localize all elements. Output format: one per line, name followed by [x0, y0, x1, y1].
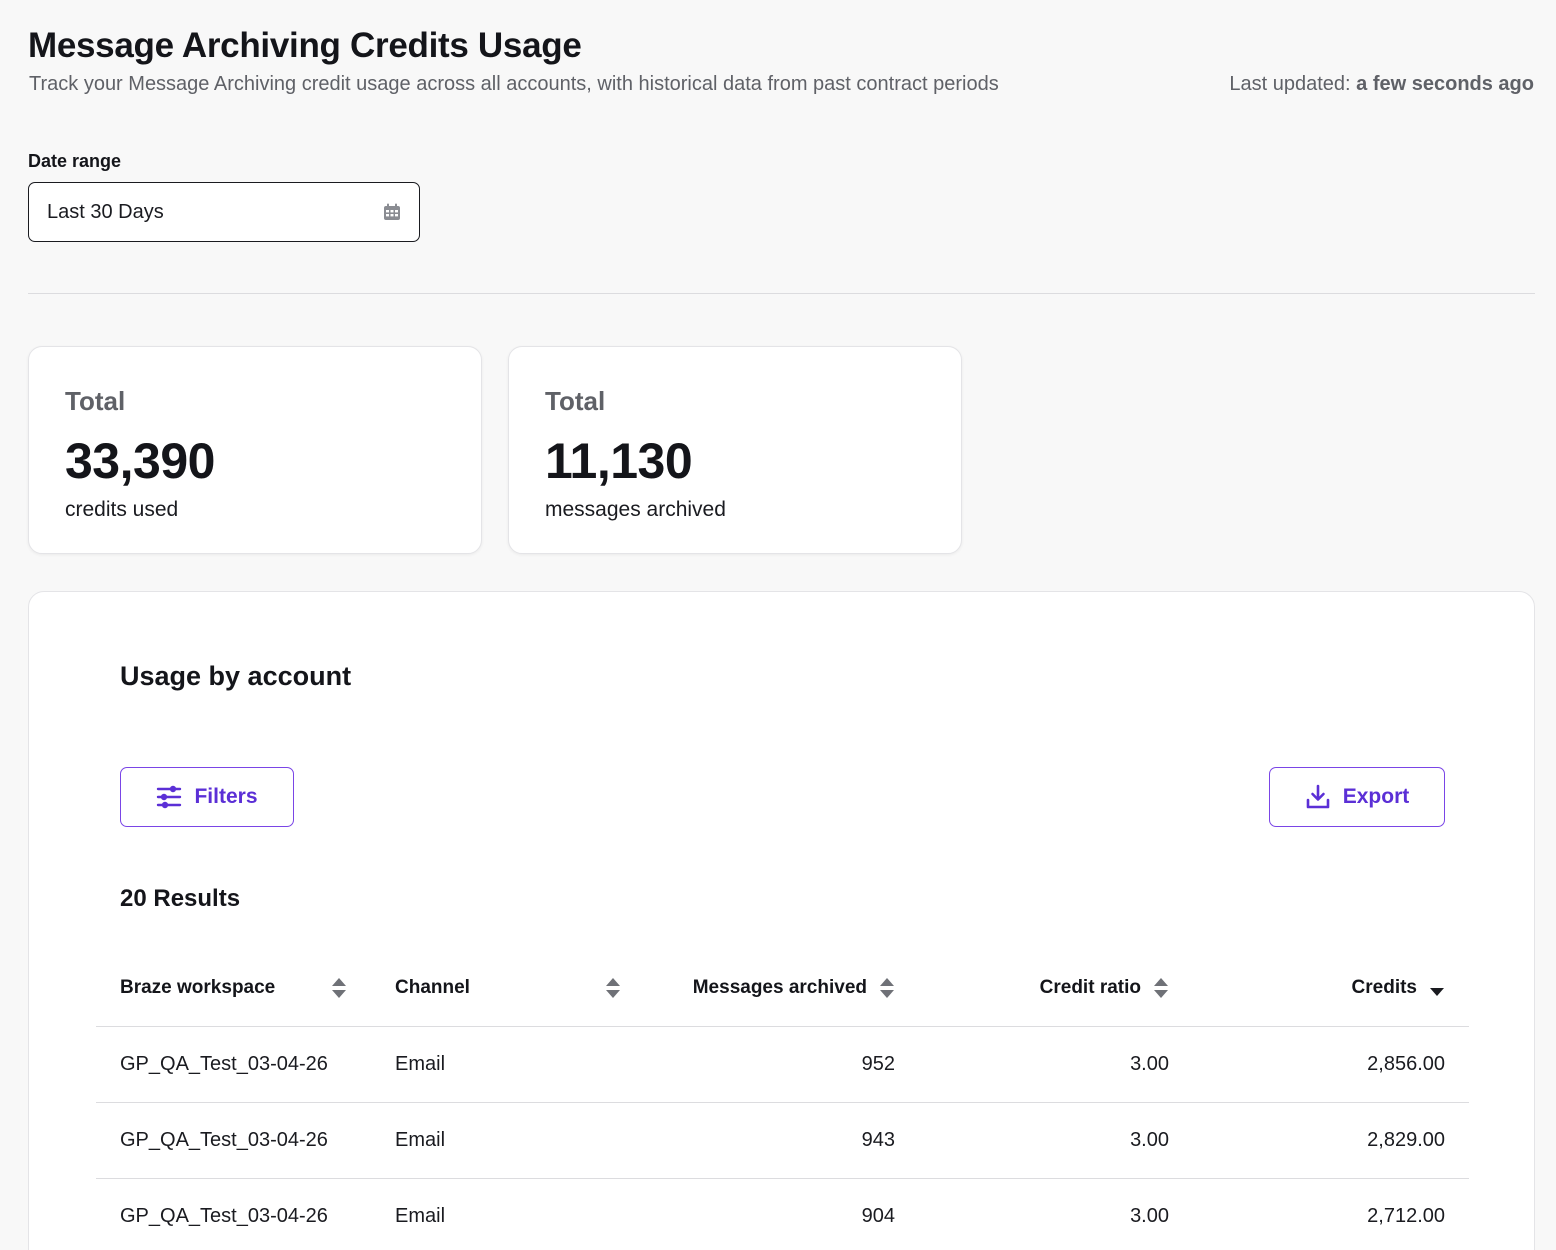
- filters-label: Filters: [194, 785, 258, 808]
- table-row: GP_QA_Test_03-04-26 Email 904 3.00 2,712…: [96, 1178, 1469, 1250]
- last-updated-value: a few seconds ago: [1356, 73, 1534, 95]
- date-range-value: Last 30 Days: [47, 200, 164, 223]
- download-icon: [1306, 784, 1330, 809]
- filters-button[interactable]: Filters: [120, 767, 294, 827]
- cell-credit-ratio: 3.00: [919, 1178, 1193, 1250]
- column-header-messages-archived[interactable]: Messages archived: [645, 950, 919, 1027]
- column-header-label: Channel: [395, 976, 470, 998]
- sort-icon: [1154, 977, 1168, 998]
- cell-channel: Email: [371, 1026, 645, 1103]
- column-header-workspace[interactable]: Braze workspace: [96, 950, 371, 1027]
- sort-icon: [332, 977, 346, 998]
- stat-value: 33,390: [65, 433, 215, 489]
- table-header-row: Braze workspace Channel Messages archive…: [96, 950, 1469, 1027]
- cell-channel: Email: [371, 1102, 645, 1179]
- export-button[interactable]: Export: [1269, 767, 1445, 827]
- stat-card-credits-used: Total 33,390 credits used: [28, 346, 482, 554]
- column-header-label: Messages archived: [692, 976, 867, 998]
- cell-credit-ratio: 3.00: [919, 1026, 1193, 1103]
- page: Message Archiving Credits Usage Track yo…: [0, 0, 1556, 1250]
- cell-messages-archived: 952: [645, 1026, 919, 1103]
- stat-unit: messages archived: [545, 498, 726, 521]
- usage-by-account-card: Usage by account Filters Export 20 Resul…: [28, 591, 1535, 1250]
- page-subtitle: Track your Message Archiving credit usag…: [29, 73, 999, 95]
- cell-workspace: GP_QA_Test_03-04-26: [96, 1102, 371, 1179]
- stat-kicker: Total: [545, 386, 606, 416]
- sort-descending-icon: [1430, 987, 1444, 996]
- calendar-icon: [384, 203, 400, 220]
- column-header-credit-ratio[interactable]: Credit ratio: [919, 950, 1193, 1027]
- usage-title: Usage by account: [120, 661, 352, 691]
- cell-credits: 2,856.00: [1193, 1026, 1469, 1103]
- page-title: Message Archiving Credits Usage: [28, 26, 582, 65]
- last-updated: Last updated: a few seconds ago: [1229, 73, 1534, 96]
- stat-unit: credits used: [65, 498, 179, 521]
- date-range-label: Date range: [28, 151, 122, 171]
- table-row: GP_QA_Test_03-04-26 Email 943 3.00 2,829…: [96, 1102, 1469, 1179]
- stat-kicker: Total: [65, 386, 126, 416]
- cell-credits: 2,829.00: [1193, 1102, 1469, 1179]
- column-header-credits[interactable]: Credits: [1193, 950, 1469, 1027]
- cell-messages-archived: 904: [645, 1178, 919, 1250]
- cell-workspace: GP_QA_Test_03-04-26: [96, 1026, 371, 1103]
- column-header-label: Braze workspace: [120, 976, 276, 998]
- table-row: GP_QA_Test_03-04-26 Email 952 3.00 2,856…: [96, 1026, 1469, 1103]
- column-header-label: Credits: [1351, 976, 1417, 998]
- stat-value: 11,130: [545, 433, 693, 489]
- section-divider: [28, 293, 1535, 294]
- sort-icon: [880, 977, 894, 998]
- cell-credits: 2,712.00: [1193, 1178, 1469, 1250]
- last-updated-label: Last updated:: [1229, 73, 1351, 95]
- column-header-channel[interactable]: Channel: [371, 950, 645, 1027]
- cell-messages-archived: 943: [645, 1102, 919, 1179]
- usage-table: Braze workspace Channel Messages archive…: [96, 950, 1469, 1250]
- cell-credit-ratio: 3.00: [919, 1102, 1193, 1179]
- cell-workspace: GP_QA_Test_03-04-26: [96, 1178, 371, 1250]
- cell-channel: Email: [371, 1178, 645, 1250]
- results-count: 20 Results: [120, 885, 241, 912]
- sliders-icon: [157, 785, 182, 809]
- export-label: Export: [1342, 785, 1410, 808]
- column-header-label: Credit ratio: [1039, 976, 1141, 998]
- date-range-picker[interactable]: Last 30 Days: [28, 182, 420, 242]
- stat-card-messages-archived: Total 11,130 messages archived: [508, 346, 962, 554]
- sort-icon: [606, 977, 620, 998]
